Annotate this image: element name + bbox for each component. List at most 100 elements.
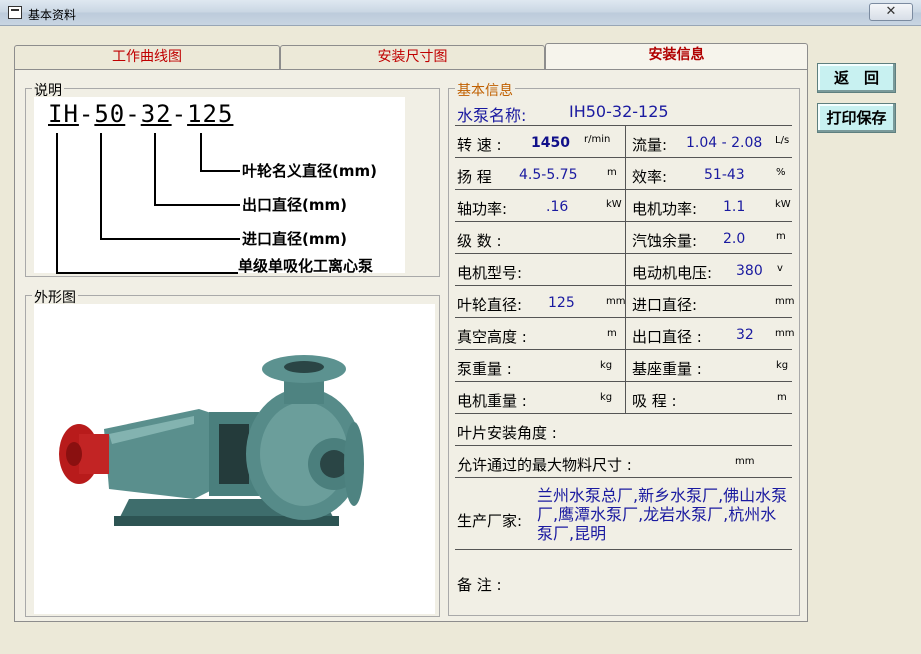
grid-line	[455, 549, 792, 550]
speed-label: 转 速 :	[457, 136, 502, 154]
pump-name-label: 水泵名称:	[457, 106, 527, 125]
npsh-label: 汽蚀余量:	[632, 232, 698, 250]
grid-line	[455, 477, 792, 478]
max-particle-label: 允许通过的最大物料尺寸 :	[457, 456, 632, 474]
motor-power-value: 1.1	[723, 199, 746, 215]
manufacturer-list: 兰州水泵总厂,新乡水泵厂,佛山水泵厂,鹰潭水泵厂,龙岩水泵厂,杭州水泵厂,昆明	[537, 486, 788, 543]
impeller-diameter-unit: mm	[606, 296, 626, 307]
pump-name-value: IH50-32-125	[569, 102, 669, 121]
grid-line	[455, 445, 792, 446]
motor-voltage-label: 电动机电压:	[632, 264, 713, 282]
back-button[interactable]: 返 回	[817, 63, 896, 93]
window-icon	[8, 6, 22, 19]
tab-install-info[interactable]: 安装信息	[545, 43, 808, 70]
leader-line	[100, 238, 240, 240]
tab-strip: 工作曲线图 安装尺寸图 安装信息	[14, 43, 808, 70]
grid-line	[455, 317, 792, 318]
speed-unit: r/min	[584, 134, 611, 145]
pump-weight-unit: kg	[600, 360, 613, 371]
head-unit: m	[607, 167, 617, 178]
model-dash: -	[171, 100, 188, 128]
leader-line	[154, 204, 240, 206]
motor-weight-unit: kg	[600, 392, 613, 403]
vacuum-height-label: 真空高度 :	[457, 328, 527, 346]
tab-install-dimensions[interactable]: 安装尺寸图	[280, 45, 545, 69]
motor-power-unit: kW	[775, 199, 791, 210]
base-weight-label: 基座重量 :	[632, 360, 702, 378]
print-save-button[interactable]: 打印保存	[817, 103, 896, 133]
model-part-impeller: 125	[187, 100, 234, 128]
remarks-label: 备 注 :	[457, 576, 502, 594]
centrifugal-pump-image	[59, 355, 364, 526]
leader-line	[154, 133, 156, 205]
shaft-power-label: 轴功率:	[457, 200, 508, 218]
title-bar: 基本资料 ✕	[0, 0, 921, 26]
model-part-inlet: 50	[94, 100, 126, 128]
impeller-diameter-label: 叶轮直径:	[457, 296, 523, 314]
npsh-value: 2.0	[723, 231, 746, 247]
efficiency-value: 51-43	[704, 167, 745, 183]
pump-weight-label: 泵重量 :	[457, 360, 512, 378]
callout-inlet-diameter: 进口直径(mm)	[242, 230, 347, 248]
base-weight-unit: kg	[776, 360, 789, 371]
suction-lift-label: 吸 程 :	[632, 392, 677, 410]
shaft-power-value: .16	[546, 199, 569, 215]
grid-line	[625, 125, 626, 413]
shaft-power-unit: kW	[606, 199, 622, 210]
motor-voltage-value: 380	[736, 263, 763, 279]
model-dash: -	[78, 100, 95, 128]
max-particle-unit: mm	[735, 456, 755, 467]
leader-line	[200, 133, 202, 171]
model-part-type: IH	[48, 100, 79, 128]
head-value: 4.5-5.75	[519, 167, 578, 183]
stages-label: 级 数 :	[457, 232, 502, 250]
impeller-diameter-value: 125	[548, 295, 575, 311]
inlet-diameter-unit: mm	[775, 296, 795, 307]
motor-model-label: 电机型号:	[457, 264, 523, 282]
blade-angle-label: 叶片安装角度 :	[457, 424, 557, 442]
head-label: 扬 程	[457, 168, 492, 186]
grid-line	[455, 381, 792, 382]
model-code: IH-50-32-125	[48, 100, 233, 128]
motor-voltage-unit: v	[777, 263, 783, 274]
leader-line	[56, 133, 58, 274]
leader-line	[200, 170, 240, 172]
window-title: 基本资料	[28, 8, 77, 22]
suction-lift-unit: m	[777, 392, 787, 403]
model-diagram: IH-50-32-125 叶轮名义直径(mm) 出口直径(mm) 进口直径(mm…	[34, 97, 405, 275]
grid-line	[455, 221, 792, 222]
appearance-group: 外形图	[25, 287, 440, 617]
grid-line	[455, 285, 792, 286]
efficiency-unit: %	[776, 167, 786, 178]
efficiency-label: 效率:	[632, 168, 668, 186]
grid-line	[455, 125, 792, 126]
outlet-diameter-label: 出口直径 :	[632, 328, 702, 346]
grid-line	[455, 253, 792, 254]
speed-value: 1450	[531, 135, 570, 151]
outlet-diameter-unit: mm	[775, 328, 795, 339]
model-dash: -	[125, 100, 141, 128]
grid-line	[455, 413, 792, 414]
manufacturer-label: 生产厂家:	[457, 512, 523, 530]
motor-power-label: 电机功率:	[632, 200, 698, 218]
outlet-diameter-value: 32	[736, 327, 754, 343]
flow-value: 1.04 - 2.08	[686, 135, 763, 151]
flow-unit: L/s	[775, 135, 790, 146]
leader-line	[56, 272, 238, 274]
vacuum-height-unit: m	[607, 328, 617, 339]
npsh-unit: m	[776, 231, 786, 242]
grid-line	[455, 349, 792, 350]
model-part-outlet: 32	[140, 100, 172, 128]
close-button[interactable]: ✕	[869, 3, 913, 21]
callout-pump-type: 单级单吸化工离心泵	[238, 257, 374, 275]
basic-info-group-label: 基本信息	[455, 80, 515, 100]
grid-line	[455, 157, 792, 158]
description-group: 说明 IH-50-32-125 叶轮名义直径(mm) 出口直径(mm) 进口直径…	[25, 80, 440, 277]
tab-performance-curve[interactable]: 工作曲线图	[14, 45, 280, 69]
callout-impeller-diameter: 叶轮名义直径(mm)	[242, 162, 377, 180]
callout-outlet-diameter: 出口直径(mm)	[242, 196, 347, 214]
flow-label: 流量:	[632, 136, 668, 154]
inlet-diameter-label: 进口直径:	[632, 296, 698, 314]
leader-line	[100, 133, 102, 239]
pump-photo	[34, 304, 435, 614]
